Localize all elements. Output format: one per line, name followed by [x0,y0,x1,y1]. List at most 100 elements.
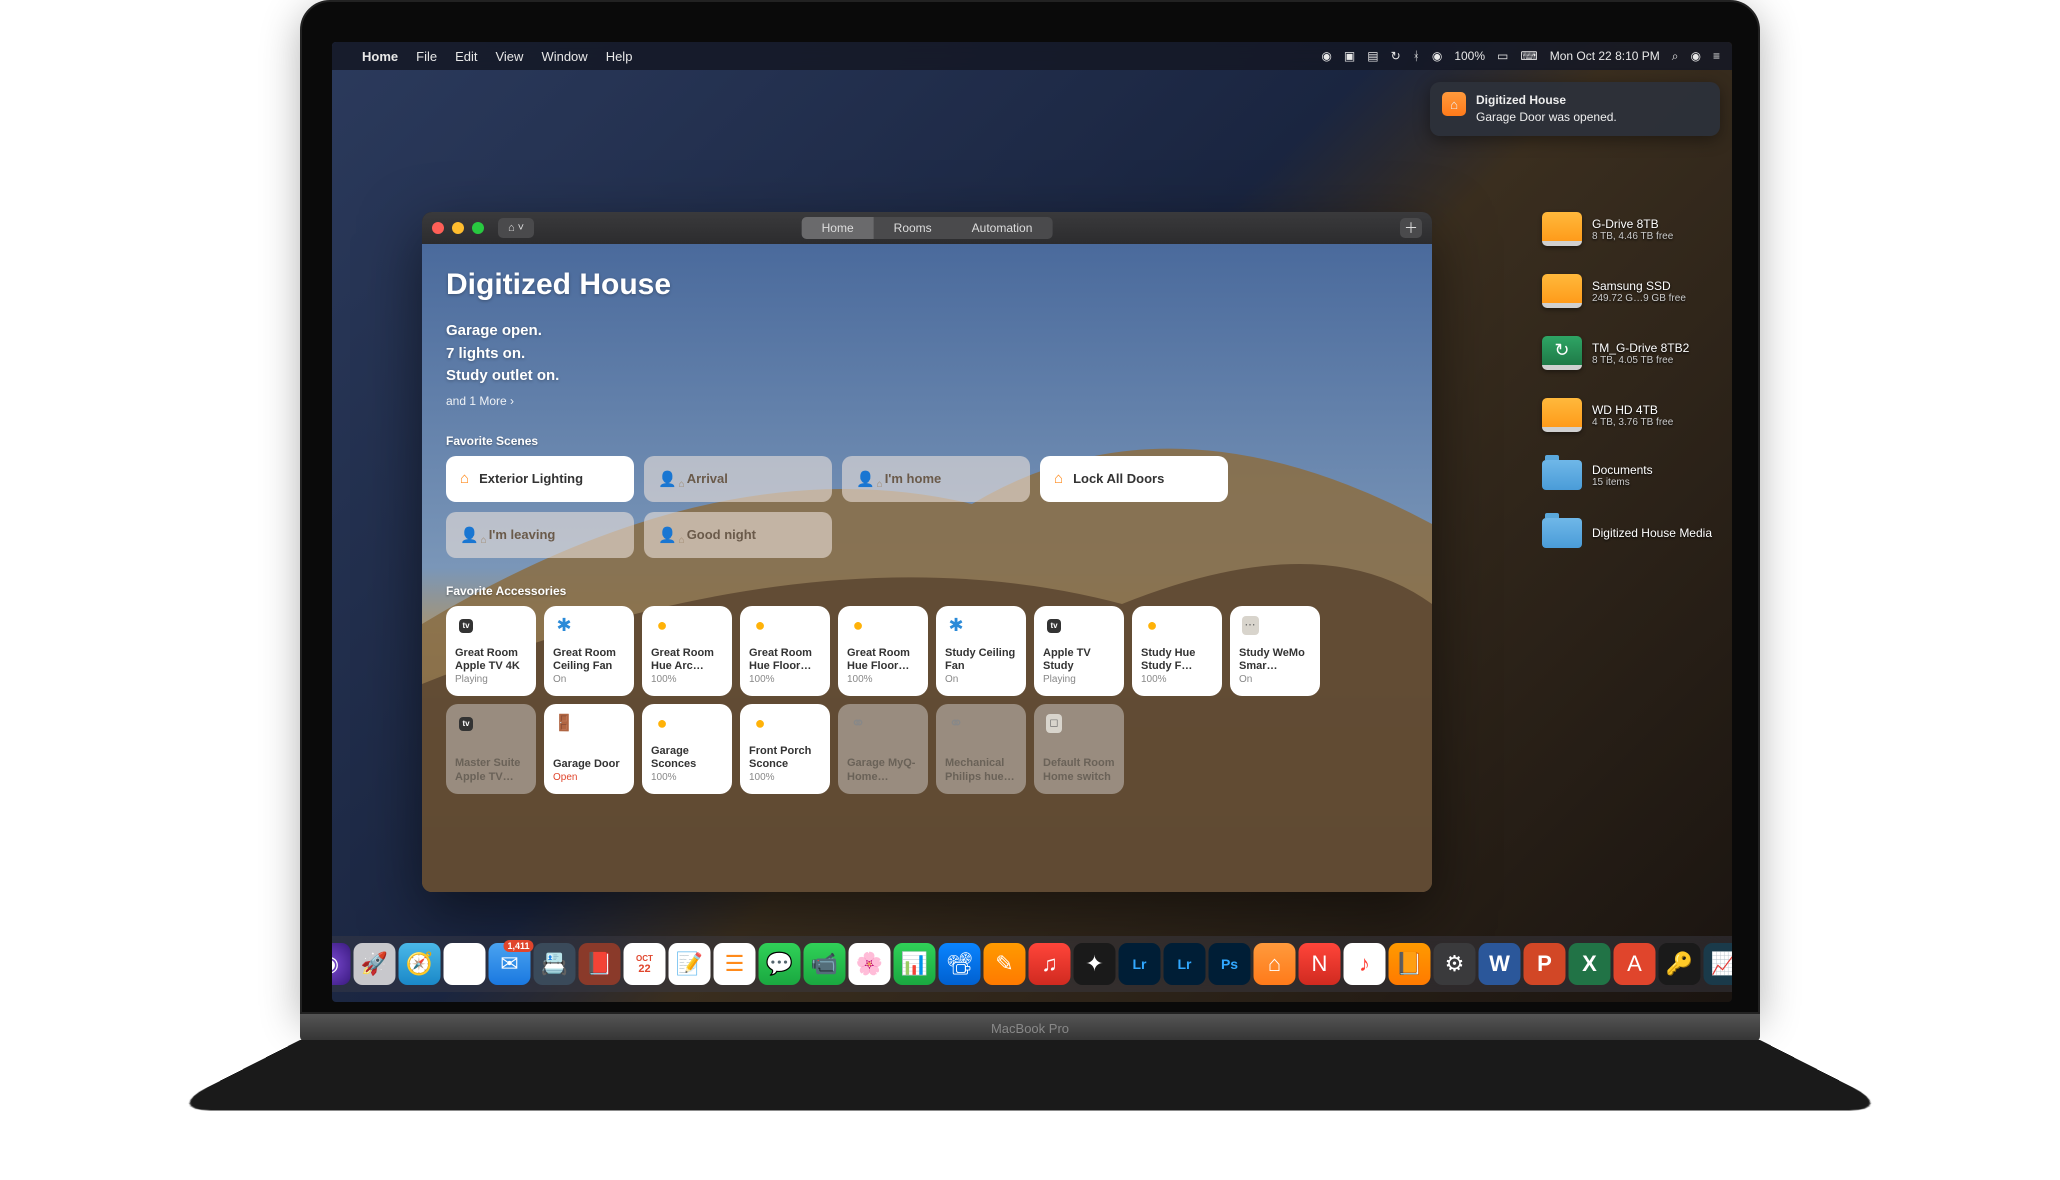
accessory-tile[interactable]: ●Great Room Hue Arc Lamp100% [642,606,732,696]
dock-messages[interactable]: 💬 [759,943,801,985]
status-bluetooth-icon[interactable]: ᚼ [1413,49,1420,63]
zoom-button[interactable] [472,222,484,234]
dock-safari[interactable]: 🧭 [399,943,441,985]
dock-numbers[interactable]: 📊 [894,943,936,985]
accessory-tile[interactable]: ●Front Porch Sconce100% [740,704,830,794]
dock-lightroom-classic[interactable]: Lr [1164,943,1206,985]
tile-name: Garage Sconces [651,745,723,773]
accessory-tile[interactable]: ●Great Room Hue Floor L…100% [838,606,928,696]
dock-calendar[interactable]: OCT22 [624,943,666,985]
dock-powerpoint[interactable]: P [1524,943,1566,985]
tile-name: Apple TV Study [1043,647,1115,675]
dock-photos[interactable]: 🌸 [849,943,891,985]
accessory-tile[interactable]: ●Study Hue Study F…100% [1132,606,1222,696]
status-battery-icon[interactable]: ▭ [1497,49,1508,63]
dock-activity[interactable]: 📈 [1704,943,1733,985]
dock-settings[interactable]: ⚙ [1434,943,1476,985]
scene-label: I'm home [885,471,942,486]
accessory-tile[interactable]: tvMaster Suite Apple TV Be… [446,704,536,794]
desktop-item[interactable]: Samsung SSD249.72 G…9 GB free [1542,274,1712,308]
scene-tile[interactable]: ⌂Exterior Lighting [446,456,634,502]
notification-banner[interactable]: ⌂ Digitized House Garage Door was opened… [1430,82,1720,136]
desktop-item[interactable]: ↻TM_G-Drive 8TB28 TB, 4.05 TB free [1542,336,1712,370]
menu-window[interactable]: Window [541,49,587,64]
accessory-tile[interactable]: tvGreat Room Apple TV 4KPlaying [446,606,536,696]
accessory-tile[interactable]: ⚭Garage MyQ-Home… [838,704,928,794]
home-dropdown[interactable]: ⌂ ˅ [498,218,534,238]
menu-edit[interactable]: Edit [455,49,477,64]
scene-tile[interactable]: ⌂Lock All Doors [1040,456,1228,502]
bulb-icon: ● [651,713,673,735]
dock-reminders[interactable]: ☰ [714,943,756,985]
dock-ibooks[interactable]: 📙 [1389,943,1431,985]
tab-rooms[interactable]: Rooms [874,217,952,239]
notification-center-icon[interactable]: ≡ [1713,49,1720,63]
dock-keynote[interactable]: 📽 [939,943,981,985]
minimize-button[interactable] [452,222,464,234]
home-icon: ⌂ [1442,92,1466,116]
dock-excel[interactable]: X [1569,943,1611,985]
tile-name: Front Porch Sconce [749,745,821,773]
window-titlebar[interactable]: ⌂ ˅ Home Rooms Automation ＋ [422,212,1432,244]
dock-siri[interactable]: ◉ [332,943,351,985]
tab-automation[interactable]: Automation [952,217,1053,239]
accessory-tile[interactable]: ●Garage Sconces100% [642,704,732,794]
dock-home[interactable]: ⌂ [1254,943,1296,985]
menu-help[interactable]: Help [606,49,633,64]
dock-photoshop[interactable]: Ps [1209,943,1251,985]
dock-word[interactable]: W [1479,943,1521,985]
scene-tile[interactable]: 👤⌂Arrival [644,456,832,502]
accessory-tile[interactable]: tvApple TV StudyPlaying [1034,606,1124,696]
dock-clips[interactable]: ✦ [1074,943,1116,985]
accessory-tile[interactable]: ✱Study Ceiling FanOn [936,606,1026,696]
app-menu[interactable]: Home [362,49,398,64]
status-dnd-icon[interactable]: ◉ [1321,49,1331,63]
status-wifi-icon[interactable]: ◉ [1432,49,1442,63]
dock-keychain[interactable]: 🔑 [1659,943,1701,985]
siri-icon[interactable]: ◉ [1691,49,1701,63]
scene-tile[interactable]: 👤⌂ I'm home [842,456,1030,502]
status-input-icon[interactable]: ⌨ [1520,49,1537,63]
close-button[interactable] [432,222,444,234]
accessory-tile[interactable]: ●Great Room Hue Floor L…100% [740,606,830,696]
home-icon: ⌂ [460,470,469,487]
person-home-icon: 👤⌂ [856,470,875,488]
status-clock[interactable]: Mon Oct 22 8:10 PM [1550,49,1660,63]
dock-acrobat[interactable]: A [1614,943,1656,985]
status-airplay-icon[interactable]: ▤ [1367,49,1378,63]
dock-music[interactable]: ♫ [1029,943,1071,985]
dock-lightroom[interactable]: Lr [1119,943,1161,985]
status-timemachine-icon[interactable]: ↻ [1391,49,1401,63]
dock-notes[interactable]: 📝 [669,943,711,985]
dock-contacts[interactable]: 📇 [534,943,576,985]
scene-tile[interactable]: 👤⌂I'm leaving [446,512,634,558]
tile-name: Study Ceiling Fan [945,647,1017,675]
dock-news[interactable]: N [1299,943,1341,985]
menu-file[interactable]: File [416,49,437,64]
scene-tile[interactable]: 👤⌂Good night [644,512,832,558]
add-button[interactable]: ＋ [1400,218,1422,238]
accessory-tile[interactable]: ◻Default Room Home switch [1034,704,1124,794]
dock-launchpad[interactable]: 🚀 [354,943,396,985]
desktop-item[interactable]: WD HD 4TB4 TB, 3.76 TB free [1542,398,1712,432]
dock-dictionary[interactable]: 📕 [579,943,621,985]
dock-chrome[interactable]: ◉ [444,943,486,985]
accessory-tile[interactable]: 🚪Garage DoorOpen [544,704,634,794]
desktop-item[interactable]: Digitized House Media [1542,518,1712,548]
status-more-link[interactable]: and 1 More › [446,394,1408,408]
status-battery-pct[interactable]: 100% [1454,49,1485,63]
spotlight-icon[interactable]: ⌕ [1672,49,1679,64]
desktop-item-label: Documents15 items [1592,463,1653,488]
dock-itunes[interactable]: ♪ [1344,943,1386,985]
dock-facetime[interactable]: 📹 [804,943,846,985]
menu-view[interactable]: View [495,49,523,64]
desktop-item[interactable]: Documents15 items [1542,460,1712,490]
dock-pages[interactable]: ✎ [984,943,1026,985]
accessory-tile[interactable]: ⋯Study WeMo Smar…On [1230,606,1320,696]
dock-mail[interactable]: ✉1,411 [489,943,531,985]
accessory-tile[interactable]: ⚭Mechanical Philips hue… [936,704,1026,794]
status-display-icon[interactable]: ▣ [1344,49,1355,63]
desktop-item[interactable]: G-Drive 8TB8 TB, 4.46 TB free [1542,212,1712,246]
tab-home[interactable]: Home [802,217,874,239]
accessory-tile[interactable]: ✱Great Room Ceiling FanOn [544,606,634,696]
